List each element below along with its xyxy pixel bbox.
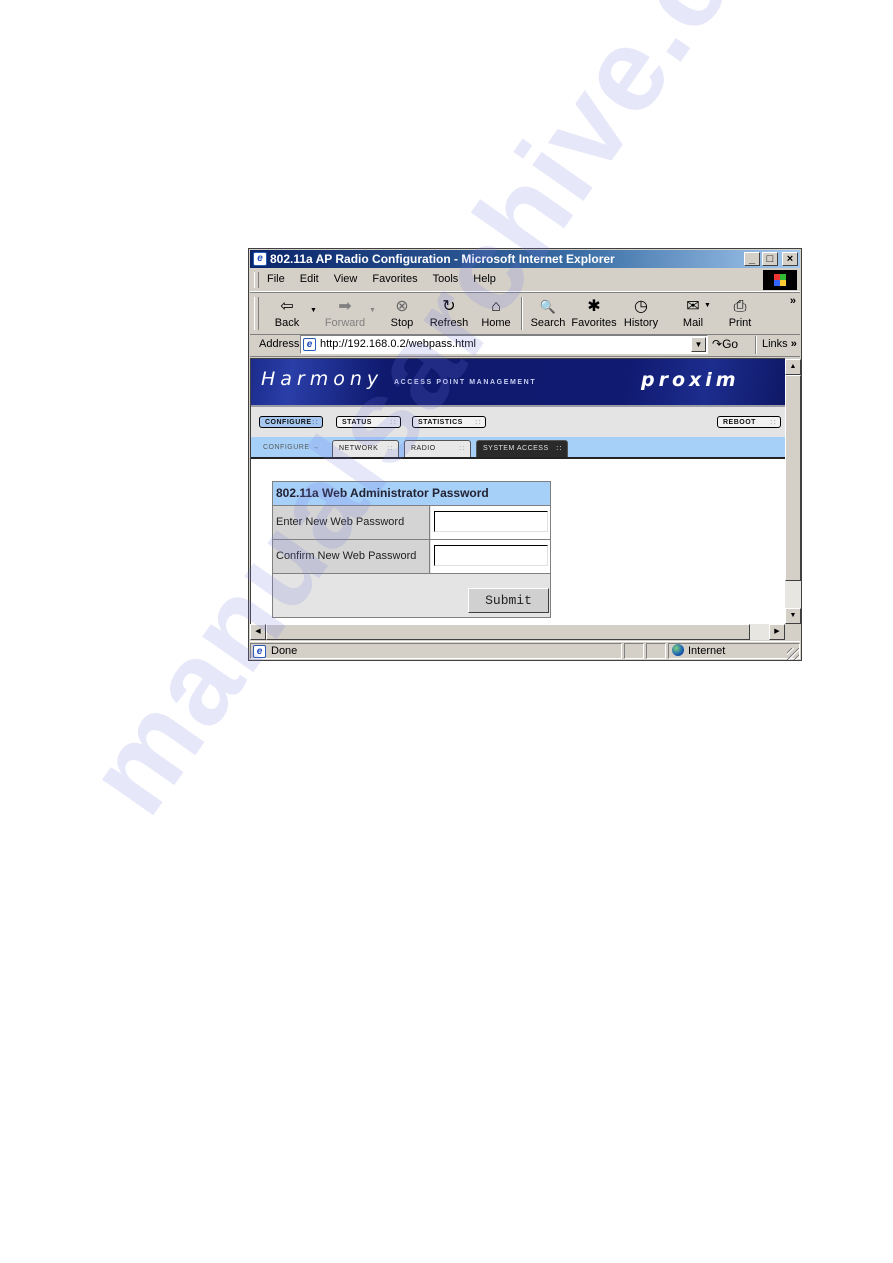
menubar-grip[interactable] [254,272,259,288]
nav-configure[interactable]: CONFIGURE [259,416,323,429]
form-row: Enter New Web Password [273,506,550,540]
address-bar: Address e http://192.168.0.2/webpass.htm… [250,334,800,357]
banner: Harmony ACCESS POINT MANAGEMENT proxim [251,359,785,405]
scrollbar-corner [785,624,801,640]
resize-grip[interactable] [787,648,799,660]
back-dropdown-icon[interactable]: ▼ [310,307,317,314]
browser-window: e 802.11a AP Radio Configuration - Micro… [248,248,802,661]
status-pane-security [646,643,666,659]
page-viewport: Harmony ACCESS POINT MANAGEMENT proxim C… [250,358,785,625]
mail-dropdown-icon[interactable]: ▼ [704,302,711,309]
refresh-button[interactable]: ↻ Refresh [424,296,474,332]
status-pane-zone: Internet [668,643,800,659]
menu-bar: File Edit View Favorites Tools Help [250,269,800,292]
go-arrow-icon: ↷ [712,337,723,351]
nav-reboot[interactable]: REBOOT [717,416,781,429]
address-url[interactable]: http://192.168.0.2/webpass.html [320,338,476,350]
stop-icon: ⊗ [395,298,409,315]
address-dropdown-icon[interactable]: ▼ [691,337,706,352]
scroll-up-icon[interactable]: ▲ [785,359,801,375]
proxim-logo: proxim [641,369,740,391]
print-icon: ⎙ [733,298,747,315]
menu-tools[interactable]: Tools [433,273,459,285]
forward-arrow-icon: ➡ [338,298,352,315]
password-form: 802.11a Web Administrator Password Enter… [272,481,551,618]
back-button[interactable]: ⇦ Back [262,296,312,332]
standard-toolbar: ⇦ Back ▼ ➡ Forward ▼ ⊗ Stop ↻ Refresh ⌂ … [250,292,800,335]
go-button[interactable]: ↷Go [712,337,738,351]
submit-button[interactable]: Submit [468,588,549,613]
horizontal-scrollbar[interactable]: ◀ ▶ [250,624,785,640]
horizontal-scroll-thumb[interactable] [266,624,750,640]
windows-logo-icon [763,270,797,290]
address-label: Address [259,338,300,350]
forward-dropdown-icon[interactable]: ▼ [369,307,376,314]
search-button[interactable]: 🔍 Search [523,296,573,332]
search-icon: 🔍 [539,299,557,314]
address-separator [755,336,757,354]
close-button[interactable]: × [782,252,798,266]
home-button[interactable]: ⌂ Home [471,296,521,332]
form-row: Confirm New Web Password [273,540,550,574]
toolbar-overflow-icon[interactable]: » [790,295,796,307]
title-bar: e 802.11a AP Radio Configuration - Micro… [250,250,800,268]
page-icon: e [303,338,316,351]
mail-icon: ✉ [686,298,700,315]
status-text: Done [271,645,298,657]
tab-system-access[interactable]: SYSTEM ACCESS [476,440,568,457]
menu-help[interactable]: Help [473,273,496,285]
confirm-password-input[interactable] [434,545,548,566]
menu-favorites[interactable]: Favorites [372,273,417,285]
main-nav: CONFIGURE STATUS STATISTICS REBOOT [251,405,785,437]
tab-network[interactable]: NETWORK [332,440,399,457]
banner-subtitle: ACCESS POINT MANAGEMENT [394,379,537,386]
stop-button[interactable]: ⊗ Stop [377,296,427,332]
zone-text: Internet [688,645,726,657]
refresh-icon: ↻ [442,298,456,315]
menu-edit[interactable]: Edit [300,273,319,285]
globe-icon [672,644,684,656]
status-bar: e Done Internet [250,641,800,661]
history-button[interactable]: ◷ History [616,296,666,332]
form-title: 802.11a Web Administrator Password [273,482,550,506]
status-pane-progress [624,643,644,659]
scroll-left-icon[interactable]: ◀ [250,624,266,640]
minimize-button[interactable]: _ [744,252,760,266]
vertical-scrollbar[interactable]: ▲ ▼ [785,359,801,624]
history-icon: ◷ [634,298,648,315]
new-password-input[interactable] [434,511,548,532]
scroll-right-icon[interactable]: ▶ [769,624,785,640]
address-input[interactable]: e http://192.168.0.2/webpass.html ▼ [300,335,708,354]
links-overflow-icon: » [790,338,797,350]
menu-file[interactable]: File [267,273,285,285]
sub-nav: CONFIGURE → NETWORK RADIO SYSTEM ACCESS [251,437,785,459]
new-password-label: Enter New Web Password [273,506,430,539]
favorites-button[interactable]: ✱ Favorites [569,296,619,332]
forward-button[interactable]: ➡ Forward [320,296,370,332]
confirm-password-label: Confirm New Web Password [273,540,430,573]
favorites-icon: ✱ [587,298,601,315]
breadcrumb: CONFIGURE → [263,444,320,451]
links-button[interactable]: Links » [762,338,797,350]
nav-statistics[interactable]: STATISTICS [412,416,486,429]
back-arrow-icon: ⇦ [280,298,294,315]
scroll-down-icon[interactable]: ▼ [785,608,801,624]
vertical-scroll-thumb[interactable] [785,375,801,581]
nav-status[interactable]: STATUS [336,416,401,429]
harmony-logo: Harmony [261,368,384,390]
status-pane-main: e Done [250,643,622,659]
page-status-icon: e [253,645,266,658]
maximize-button[interactable]: □ [762,252,778,266]
print-button[interactable]: ⎙ Print [715,296,765,332]
ie-icon: e [253,252,267,266]
menu-view[interactable]: View [334,273,358,285]
toolbar-grip[interactable] [254,297,259,330]
home-icon: ⌂ [491,298,501,315]
tab-radio[interactable]: RADIO [404,440,471,457]
window-title: 802.11a AP Radio Configuration - Microso… [270,252,615,266]
